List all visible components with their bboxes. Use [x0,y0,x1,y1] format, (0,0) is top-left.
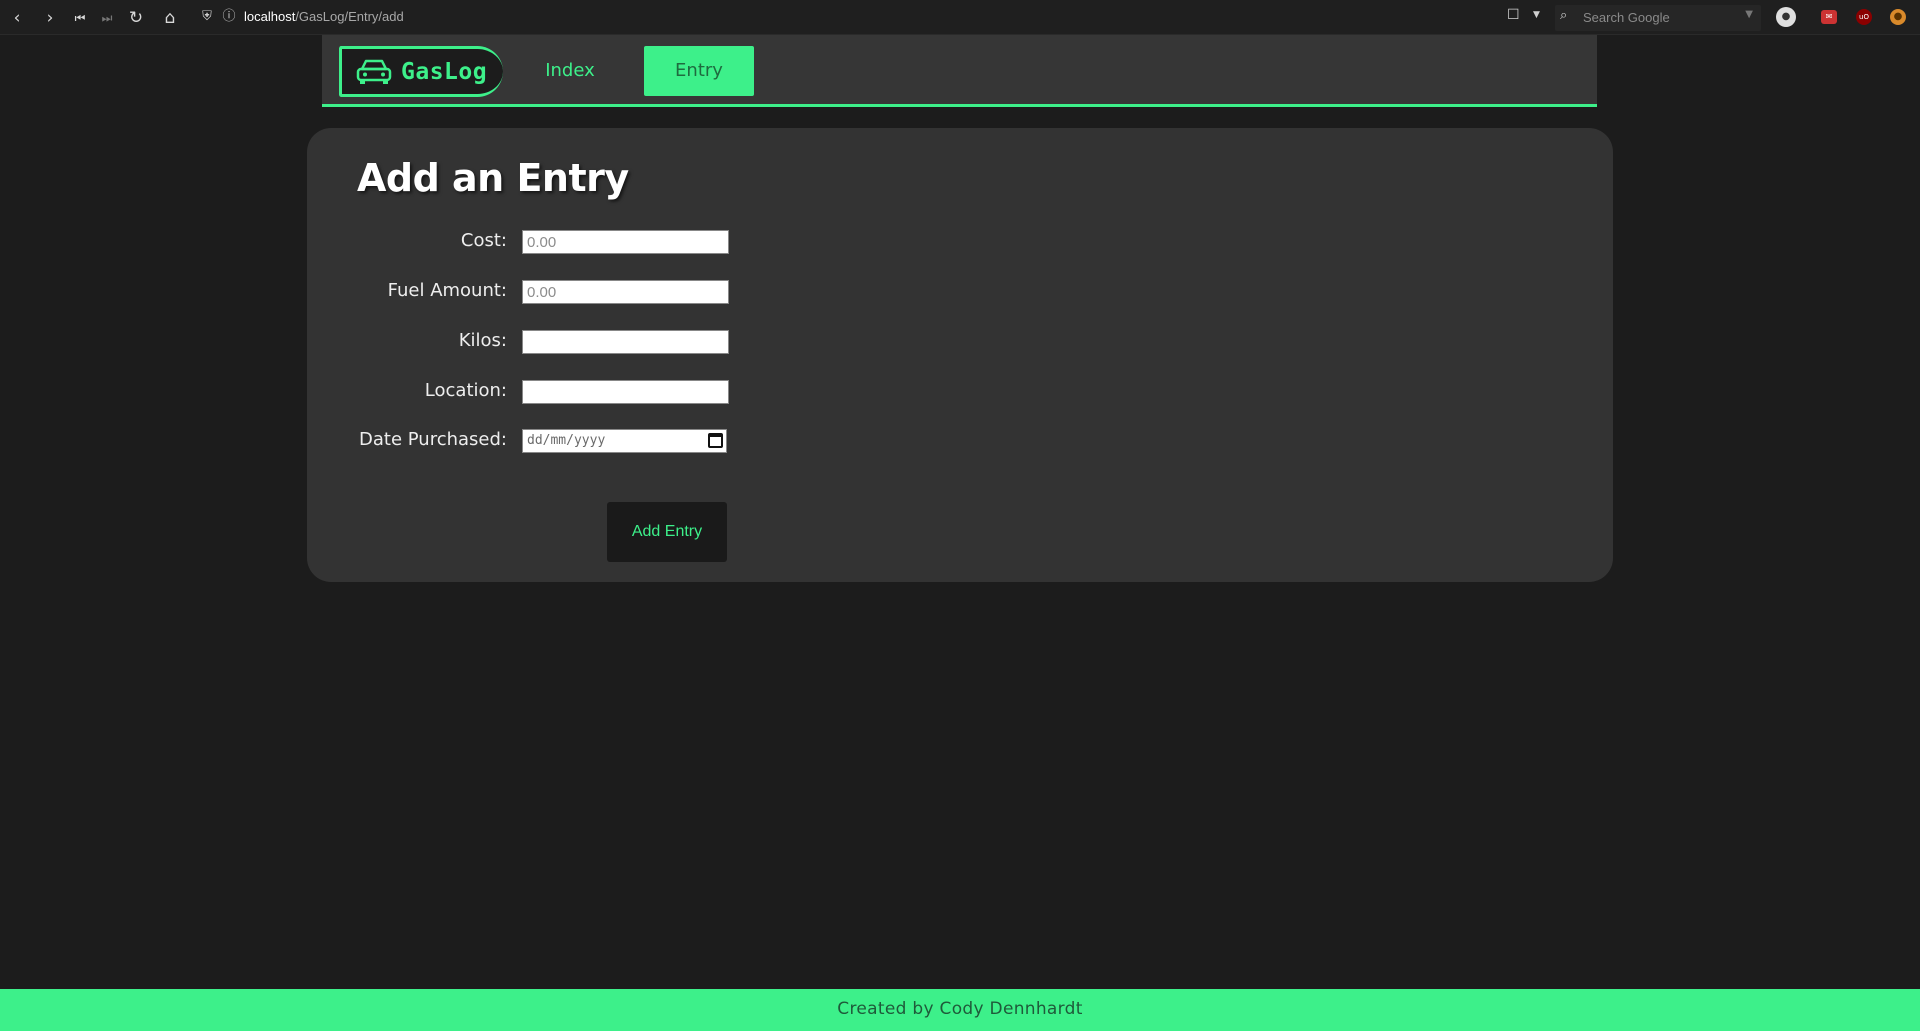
browser-toolbar: ‹ › ⏮ ⏭ ↻ ⌂ ⛨ ⓘ localhost/GasLog/Entry/a… [0,0,1920,35]
forward-icon[interactable]: › [38,6,62,30]
add-entry-card: Add an Entry Cost: Fuel Amount: Kilos: L… [307,128,1613,582]
location-row: Location: [307,377,767,407]
fuel-amount-label: Fuel Amount: [387,280,507,301]
account-icon[interactable]: ● [1776,7,1796,27]
kilos-input[interactable] [522,330,729,354]
last-page-icon[interactable]: ⏭ [95,6,119,30]
location-input[interactable] [522,380,729,404]
location-label: Location: [424,380,507,401]
home-icon[interactable]: ⌂ [158,6,182,30]
car-icon [356,59,392,84]
nav-link-entry[interactable]: Entry [644,46,754,96]
url-text[interactable]: localhost/GasLog/Entry/add [244,9,404,24]
calendar-icon[interactable] [708,433,723,448]
date-purchased-label: Date Purchased: [359,429,507,450]
reload-icon[interactable]: ↻ [124,6,148,30]
nav-link-index[interactable]: Index [510,46,630,96]
cost-label: Cost: [460,230,507,251]
date-purchased-row: Date Purchased: dd/mm/yyyy [307,426,767,456]
page-title: Add an Entry [357,156,629,200]
search-input[interactable]: Search Google [1583,10,1670,25]
kilos-label: Kilos: [458,330,507,351]
cost-row: Cost: [307,227,767,257]
footer: Created by Cody Dennhardt [0,989,1920,1031]
first-page-icon[interactable]: ⏮ [68,6,92,30]
site-navbar: GasLog Index Entry [322,35,1597,107]
extension-icon[interactable]: ✉ [1821,10,1837,24]
fuel-amount-row: Fuel Amount: [307,277,767,307]
date-placeholder: dd/mm/yyyy [527,433,606,448]
footer-credit: Created by Cody Dennhardt [837,999,1083,1019]
fuel-amount-input[interactable] [522,280,729,304]
bookmark-icon[interactable]: ☐ [1507,7,1520,23]
kilos-row: Kilos: [307,327,767,357]
brand-logo[interactable]: GasLog [339,46,503,97]
brand-name: GasLog [401,59,488,85]
cookie-icon[interactable]: ● [1890,9,1906,25]
search-icon: ⌕ [1560,8,1568,23]
search-box[interactable]: ⌕ Search Google ▼ [1555,5,1761,31]
shield-icon[interactable]: ⛨ [198,8,216,26]
address-bar[interactable]: ⛨ ⓘ localhost/GasLog/Entry/add [190,3,1545,32]
cost-input[interactable] [522,230,729,254]
date-purchased-input[interactable]: dd/mm/yyyy [522,429,727,453]
back-icon[interactable]: ‹ [5,6,29,30]
add-entry-button[interactable]: Add Entry [607,502,727,562]
info-icon[interactable]: ⓘ [220,8,238,26]
chevron-down-icon[interactable]: ▼ [1533,10,1540,20]
search-dropdown-icon[interactable]: ▼ [1745,9,1753,20]
ublock-icon[interactable]: uO [1856,9,1872,25]
